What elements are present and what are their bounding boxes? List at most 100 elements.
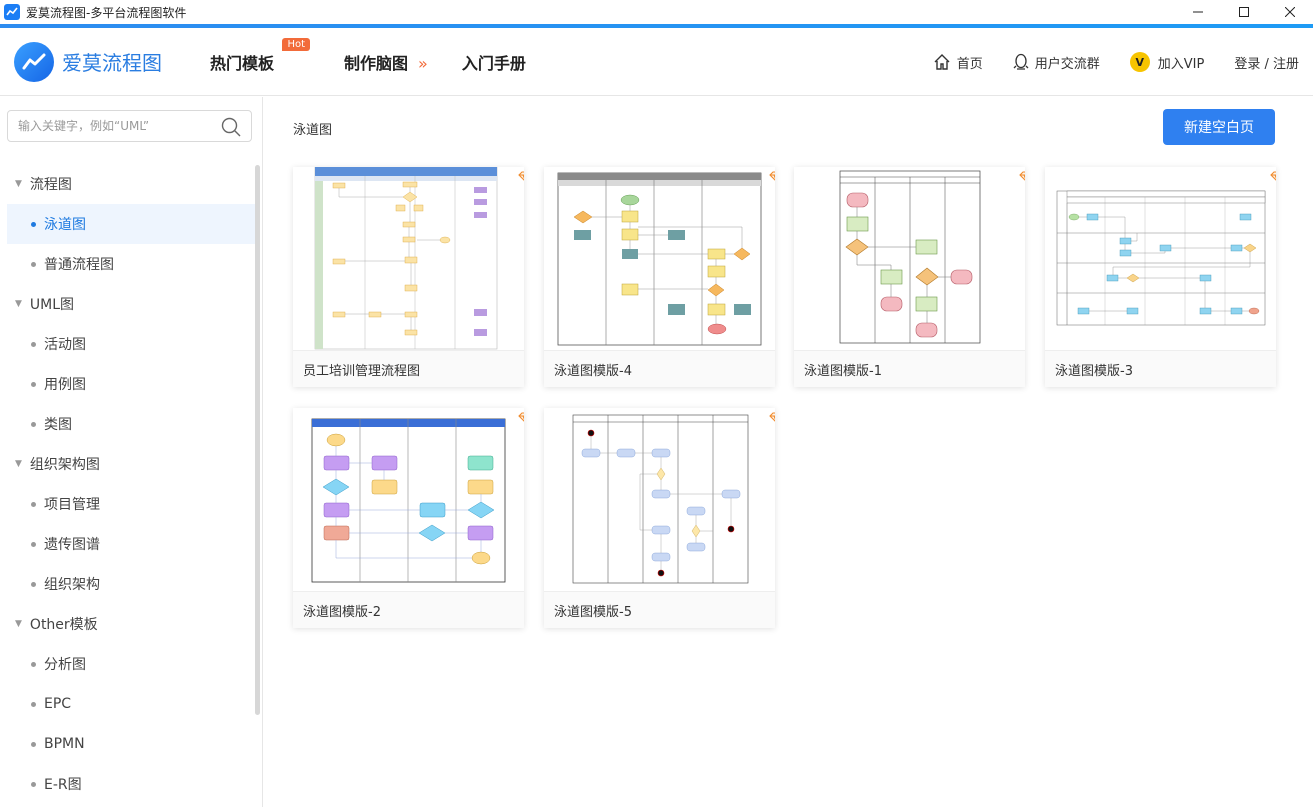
template-thumbnail bbox=[293, 408, 524, 592]
login-label: 登录 / 注册 bbox=[1234, 56, 1299, 72]
caret-down-icon: ▼ bbox=[15, 299, 22, 309]
template-card[interactable]: 泳道图模版-5 bbox=[544, 408, 775, 628]
tree-item-label: 用例图 bbox=[44, 377, 86, 393]
bullet-dot-icon bbox=[31, 781, 36, 787]
bullet-dot-icon bbox=[31, 661, 36, 667]
template-card-label: 泳道图模版-2 bbox=[293, 592, 524, 628]
nav-hot-templates-label: 热门模板 bbox=[210, 53, 275, 73]
template-card[interactable]: 泳道图模版-3 bbox=[1045, 167, 1276, 387]
tree-group[interactable]: ▼ Other模板 bbox=[7, 604, 256, 644]
vip-icon: V bbox=[1129, 52, 1150, 72]
app-icon bbox=[4, 4, 20, 20]
logo-mark-icon bbox=[14, 41, 54, 82]
community-label: 用户交流群 bbox=[1034, 56, 1100, 72]
template-thumbnail bbox=[1045, 167, 1276, 351]
tree-item-label: 活动图 bbox=[44, 337, 86, 353]
vip-link[interactable]: V 加入VIP bbox=[1129, 52, 1205, 72]
bullet-dot-icon bbox=[31, 541, 36, 547]
tree-item[interactable]: 组织架构 bbox=[7, 564, 256, 604]
home-icon bbox=[934, 54, 950, 70]
tree-item-label: 流程图 bbox=[29, 177, 72, 193]
template-card-label: 泳道图模版-3 bbox=[1045, 351, 1276, 387]
bullet-dot-icon bbox=[31, 381, 36, 387]
nav-hot-templates[interactable]: 热门模板 Hot bbox=[210, 37, 311, 74]
caret-down-icon: ▼ bbox=[15, 459, 22, 469]
tree-group[interactable]: ▼ UML图 bbox=[7, 284, 256, 324]
tree-item[interactable]: 普通流程图 bbox=[7, 244, 256, 284]
template-card-label: 员工培训管理流程图 bbox=[293, 351, 524, 387]
tree-item-label: Other模板 bbox=[29, 617, 98, 633]
tree-item[interactable]: 遗传图谱 bbox=[7, 524, 256, 564]
tree-item[interactable]: 分析图 bbox=[7, 644, 256, 684]
nav-guide-label: 入门手册 bbox=[461, 53, 526, 73]
nav-guide[interactable]: 入门手册 bbox=[462, 50, 526, 74]
tree-item-label: BPMN bbox=[44, 736, 85, 752]
tree-item-label: 组织架构 bbox=[44, 577, 100, 593]
tree-item[interactable]: E-R图 bbox=[7, 764, 256, 804]
logo[interactable]: 爱莫流程图 bbox=[14, 41, 162, 82]
tree-item-label: E-R图 bbox=[44, 777, 82, 793]
home-label: 首页 bbox=[956, 56, 983, 72]
sidebar-scrollbar[interactable] bbox=[255, 165, 260, 715]
bullet-dot-icon bbox=[31, 421, 36, 427]
category-tree: ▼ 流程图 泳道图 普通流程图 ▼ UML图 活动图 用例图 类图 ▼ 组织架构图 项目管理 遗传图谱组… bbox=[7, 164, 256, 804]
bullet-dot-icon bbox=[31, 341, 36, 347]
tree-item-label: EPC bbox=[44, 696, 72, 712]
community-link[interactable]: 用户交流群 bbox=[1013, 53, 1100, 72]
tree-item[interactable]: BPMN bbox=[7, 724, 256, 764]
logo-text: 爱莫流程图 bbox=[62, 51, 162, 75]
bullet-dot-icon bbox=[31, 221, 36, 227]
home-link[interactable]: 首页 bbox=[933, 53, 983, 72]
tree-item[interactable]: EPC bbox=[7, 684, 256, 724]
template-card-label: 泳道图模版-5 bbox=[544, 592, 775, 628]
tree-group[interactable]: ▼ 组织架构图 bbox=[7, 444, 256, 484]
bullet-dot-icon bbox=[31, 501, 36, 507]
tree-item[interactable]: 用例图 bbox=[7, 364, 256, 404]
tree-item-label: 普通流程图 bbox=[44, 257, 114, 273]
top-header: 爱莫流程图 热门模板 Hot 制作脑图 » 入门手册 首页 用户交流群 V 加入V… bbox=[0, 28, 1313, 96]
minimize-button[interactable] bbox=[1175, 0, 1221, 24]
template-thumbnail bbox=[794, 167, 1025, 351]
tree-group[interactable]: ▼ 流程图 bbox=[7, 164, 256, 204]
nav-make-mindmap-label: 制作脑图 bbox=[344, 53, 409, 73]
tree-item-label: 组织架构图 bbox=[29, 457, 100, 473]
sidebar: ▼ 流程图泳道图普通流程图 ▼ UML图活动图用例图类图 ▼ 组织架构图项目管理遗传图谱组… bbox=[0, 97, 263, 807]
caret-down-icon: ▼ bbox=[15, 619, 22, 629]
tree-item-label: UML图 bbox=[29, 297, 75, 313]
search-box bbox=[7, 110, 252, 142]
template-thumbnail bbox=[544, 408, 775, 592]
template-card[interactable]: 泳道图模版-1 bbox=[794, 167, 1025, 387]
template-card[interactable]: 泳道图模版-2 bbox=[293, 408, 524, 628]
template-card[interactable]: 员工培训管理流程图 bbox=[293, 167, 524, 387]
tree-item-label: 泳道图 bbox=[44, 217, 86, 233]
template-thumbnail bbox=[293, 167, 524, 351]
vip-label: 加入VIP bbox=[1157, 56, 1205, 72]
bullet-dot-icon bbox=[31, 581, 36, 587]
tree-item-label: 遗传图谱 bbox=[44, 537, 100, 553]
search-icon[interactable] bbox=[221, 117, 241, 141]
tree-item-label: 项目管理 bbox=[44, 497, 100, 513]
tree-item[interactable]: 项目管理 bbox=[7, 484, 256, 524]
template-card-label: 泳道图模版-1 bbox=[794, 351, 1025, 387]
tree-item[interactable]: 类图 bbox=[7, 404, 256, 444]
maximize-button[interactable] bbox=[1221, 0, 1267, 24]
tree-item-label: 类图 bbox=[44, 417, 72, 433]
nav-make-mindmap[interactable]: 制作脑图 » bbox=[344, 50, 428, 74]
template-thumbnail bbox=[544, 167, 775, 351]
window-title: 爱莫流程图-多平台流程图软件 bbox=[26, 5, 187, 20]
tree-item[interactable]: 泳道图 bbox=[7, 204, 256, 244]
search-input[interactable] bbox=[18, 119, 213, 133]
bullet-dot-icon bbox=[31, 741, 36, 747]
new-blank-button[interactable]: 新建空白页 bbox=[1163, 109, 1275, 145]
hot-badge: Hot bbox=[282, 37, 311, 51]
double-chevron-icon: » bbox=[418, 53, 428, 73]
tree-item[interactable]: 活动图 bbox=[7, 324, 256, 364]
window-titlebar: 爱莫流程图-多平台流程图软件 bbox=[0, 0, 1313, 24]
main-nav: 热门模板 Hot 制作脑图 » 入门手册 bbox=[210, 37, 560, 74]
login-link[interactable]: 登录 / 注册 bbox=[1234, 53, 1299, 72]
template-card[interactable]: 泳道图模版-4 bbox=[544, 167, 775, 387]
template-card-label: 泳道图模版-4 bbox=[544, 351, 775, 387]
close-button[interactable] bbox=[1267, 0, 1313, 24]
bullet-dot-icon bbox=[31, 261, 36, 267]
tree-item-label: 分析图 bbox=[44, 657, 86, 673]
